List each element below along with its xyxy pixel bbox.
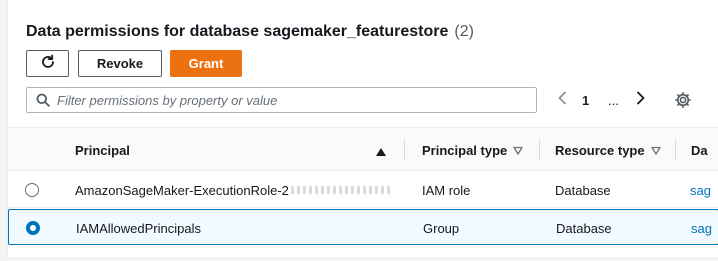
column-header-principal[interactable]: Principal: [75, 128, 130, 172]
table-row[interactable]: AmazonSageMaker-ExecutionRole-2 IAM role…: [8, 172, 718, 208]
column-label: Da: [691, 142, 708, 158]
chevron-right-icon: [636, 91, 646, 110]
column-label: Principal type: [422, 142, 508, 158]
column-separator[interactable]: [404, 140, 405, 160]
previous-page-button[interactable]: [553, 88, 571, 112]
search-icon: [36, 93, 50, 110]
filter-search-input[interactable]: Filter permissions by property or value: [26, 87, 537, 113]
revoke-button[interactable]: Revoke: [78, 50, 162, 77]
table-settings-button[interactable]: [674, 91, 692, 114]
table-header: Principal Principal type Resource type D…: [8, 127, 718, 171]
data-link[interactable]: sag: [690, 172, 711, 208]
pagination-ellipsis: ...: [608, 92, 619, 108]
column-header-resource-type[interactable]: Resource type: [555, 128, 661, 172]
search-placeholder: Filter permissions by property or value: [57, 92, 278, 108]
chevron-left-icon: [557, 91, 567, 110]
column-separator[interactable]: [675, 140, 676, 160]
row-select-radio[interactable]: [25, 172, 39, 208]
panel-title: Data permissions for database sagemaker_…: [26, 23, 474, 41]
resource-type-cell: Database: [556, 220, 612, 236]
grant-button[interactable]: Grant: [170, 50, 242, 77]
column-header-data[interactable]: Da: [691, 128, 708, 172]
next-page-button[interactable]: [632, 88, 650, 112]
row-select-radio[interactable]: [26, 210, 40, 246]
principal-cell: AmazonSageMaker-ExecutionRole-2: [75, 172, 391, 208]
sort-ascending-icon[interactable]: [375, 144, 387, 162]
radio-unchecked[interactable]: [25, 183, 39, 197]
column-separator[interactable]: [539, 140, 540, 160]
principal-cell: IAMAllowedPrincipals: [76, 220, 201, 236]
page-number-1[interactable]: 1: [582, 88, 589, 112]
table-row-selected[interactable]: IAMAllowedPrincipals Group Database sag: [8, 209, 718, 245]
column-label: Resource type: [555, 142, 645, 158]
sort-icon: [513, 146, 523, 155]
principal-name: AmazonSageMaker-ExecutionRole-2: [75, 182, 289, 198]
principal-type-cell: IAM role: [422, 182, 471, 198]
refresh-icon: [40, 54, 56, 73]
refresh-button[interactable]: [26, 50, 69, 77]
resource-type-cell: Database: [555, 182, 611, 198]
redacted-text: [290, 186, 391, 194]
principal-type-cell: Group: [423, 220, 460, 236]
column-label: Principal: [75, 142, 130, 158]
permissions-count: (2): [454, 23, 474, 40]
title-text: Data permissions for database sagemaker_…: [26, 23, 449, 40]
column-header-principal-type[interactable]: Principal type: [422, 128, 523, 172]
sort-icon: [650, 146, 661, 155]
permissions-panel: Data permissions for database sagemaker_…: [7, 0, 718, 257]
gear-icon: [674, 92, 692, 113]
data-link[interactable]: sag: [691, 210, 712, 246]
radio-checked[interactable]: [26, 221, 40, 235]
